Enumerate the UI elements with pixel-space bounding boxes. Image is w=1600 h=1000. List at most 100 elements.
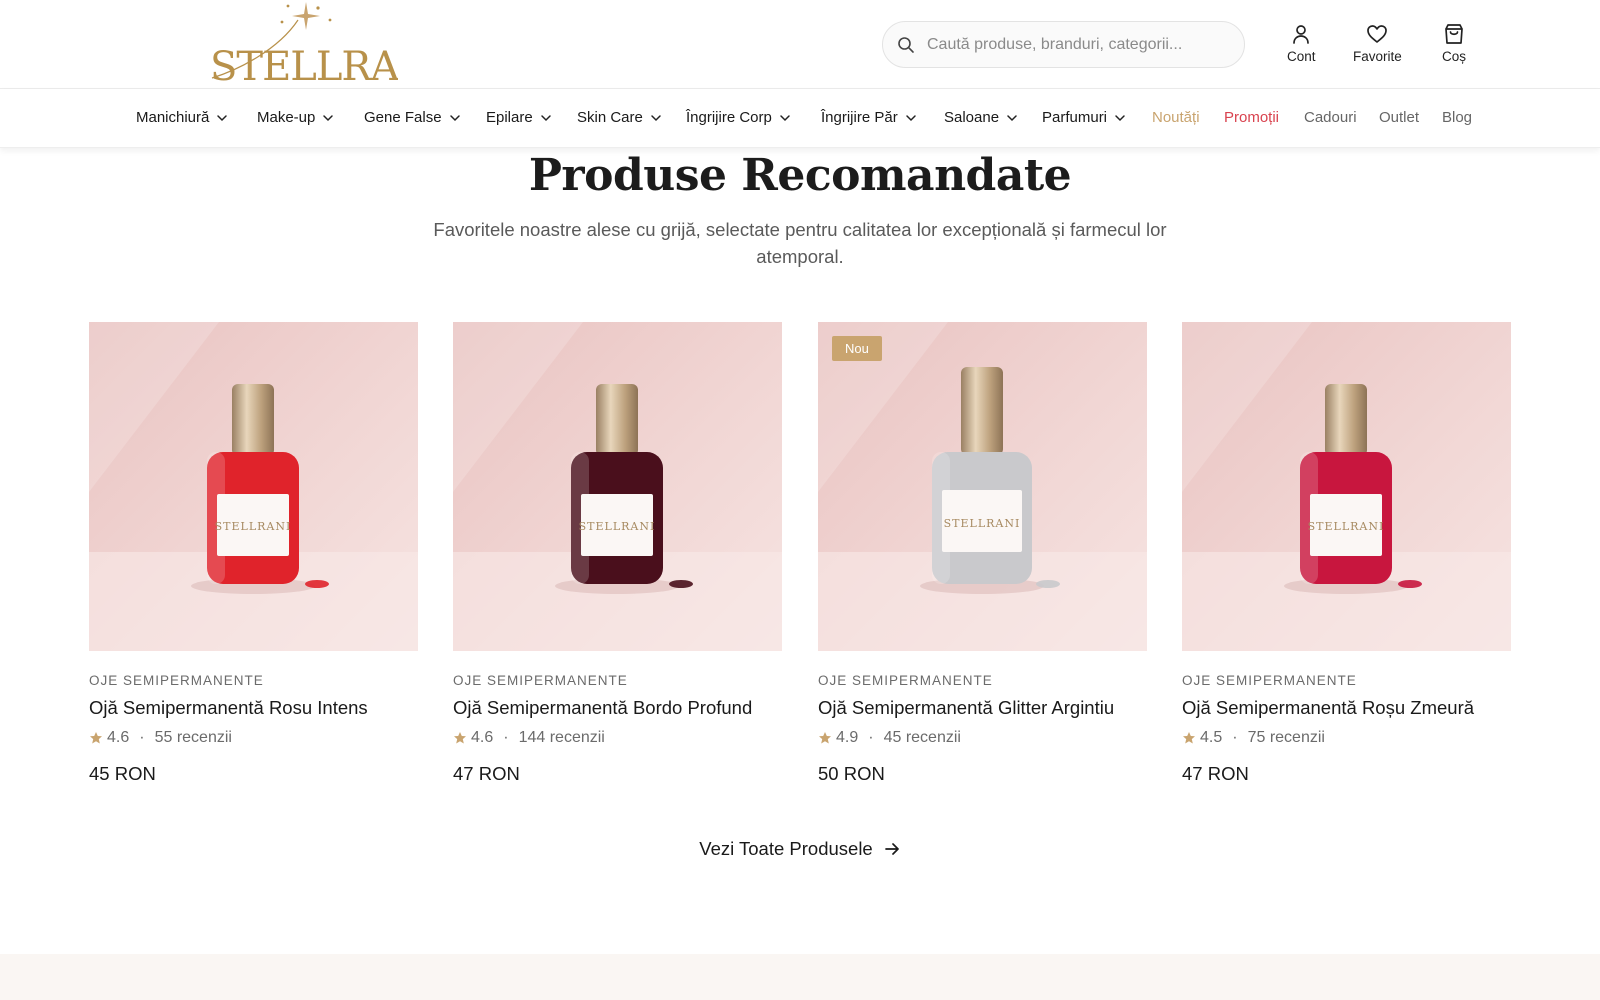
view-all-link[interactable]: Vezi Toate Produsele [699, 838, 900, 860]
nav-item-label: Saloane [944, 109, 1000, 126]
search-icon [897, 36, 915, 54]
chevron-down-icon [540, 112, 552, 124]
nav-item-manichiura[interactable]: Manichiură [136, 109, 228, 126]
nav-item-ingrijire-corp[interactable]: Îngrijire Corp [686, 109, 791, 126]
nav-item-ingrijire-par[interactable]: Îngrijire Păr [821, 109, 917, 126]
nav-item-blog[interactable]: Blog [1442, 109, 1472, 126]
product-price: 47 RON [453, 763, 520, 784]
star-icon [818, 731, 832, 745]
product-card[interactable]: STELLRANI OJE SEMIPERMANENTE Ojă Semiper… [453, 322, 782, 785]
nav-item-label: Make-up [257, 109, 316, 126]
favorites-button[interactable]: Favorite [1353, 23, 1402, 64]
cart-label: Coș [1442, 49, 1467, 64]
product-category: OJE SEMIPERMANENTE [89, 673, 264, 688]
section-subtitle: Favoritele noastre alese cu grijă, selec… [433, 219, 1167, 267]
nav-item-label: Cadouri [1304, 109, 1357, 126]
nav-item-label: Outlet [1379, 109, 1420, 126]
star-icon [1182, 731, 1196, 745]
product-card[interactable]: STELLRANI Nou OJE SEMIPERMANENTE Ojă Sem… [818, 322, 1147, 785]
product-name[interactable]: Ojă Semipermanentă Rosu Intens [89, 697, 418, 719]
cart-button[interactable]: Coș [1442, 23, 1466, 64]
brand-logo[interactable]: STELLRANI [198, 0, 448, 90]
star-icon [453, 731, 467, 745]
svg-text:STELLRANI: STELLRANI [215, 520, 292, 533]
nav-item-cadouri[interactable]: Cadouri [1304, 109, 1357, 126]
chevron-down-icon [650, 112, 662, 124]
review-count: 45 recenzii [883, 729, 961, 746]
nav-item-epilare[interactable]: Epilare [486, 109, 552, 126]
product-name[interactable]: Ojă Semipermanentă Glitter Argintiu [818, 697, 1147, 719]
nav-item-label: Îngrijire Corp [686, 109, 772, 126]
nav-item-label: Skin Care [577, 109, 643, 126]
nav-item-label: Epilare [486, 109, 533, 126]
product-rating: 4.6 · 144 recenzii [453, 729, 782, 747]
user-icon [1290, 23, 1312, 45]
chevron-down-icon [905, 112, 917, 124]
product-card[interactable]: STELLRANI OJE SEMIPERMANENTE Ojă Semiper… [89, 322, 418, 785]
separator-dot: · [1232, 729, 1238, 746]
product-card[interactable]: STELLRANI OJE SEMIPERMANENTE Ojă Semiper… [1182, 322, 1511, 785]
svg-text:STELLRANI: STELLRANI [944, 517, 1021, 530]
svg-text:STELLRANI: STELLRANI [210, 44, 398, 86]
product-image[interactable]: STELLRANI [453, 322, 782, 651]
chevron-down-icon [216, 112, 228, 124]
separator-dot: · [139, 729, 145, 746]
chevron-down-icon [779, 112, 791, 124]
search-input[interactable] [927, 35, 1217, 54]
favorites-label: Favorite [1353, 49, 1402, 64]
search-bar[interactable] [882, 21, 1245, 68]
product-rating: 4.6 · 55 recenzii [89, 729, 418, 747]
rating-value: 4.6 [107, 729, 130, 746]
site-header: STELLRANI Cont Favorite Coș [0, 0, 1600, 90]
product-name[interactable]: Ojă Semipermanentă Bordo Profund [453, 697, 782, 719]
nav-item-skin-care[interactable]: Skin Care [577, 109, 662, 126]
product-price: 50 RON [818, 763, 885, 784]
product-image[interactable]: STELLRANI [89, 322, 418, 651]
arrow-right-icon [883, 840, 901, 858]
product-name[interactable]: Ojă Semipermanentă Roșu Zmeură [1182, 697, 1511, 719]
view-all-label: Vezi Toate Produsele [699, 838, 873, 859]
nav-item-parfumuri[interactable]: Parfumuri [1042, 109, 1126, 126]
separator-dot: · [503, 729, 509, 746]
product-image[interactable]: STELLRANI [1182, 322, 1511, 651]
new-badge: Nou [832, 336, 882, 361]
rating-value: 4.6 [471, 729, 494, 746]
nav-item-label: Parfumuri [1042, 109, 1108, 126]
view-all-container: Vezi Toate Produsele [0, 838, 1600, 860]
product-category: OJE SEMIPERMANENTE [818, 673, 993, 688]
product-image[interactable]: STELLRANI Nou [818, 322, 1147, 651]
rating-value: 4.5 [1200, 729, 1223, 746]
nav-item-label: Blog [1442, 109, 1473, 126]
footer-band [0, 954, 1600, 1000]
nav-item-label: Îngrijire Păr [821, 109, 898, 126]
account-label: Cont [1287, 49, 1316, 64]
product-rating: 4.5 · 75 recenzii [1182, 729, 1511, 747]
nav-item-outlet[interactable]: Outlet [1379, 109, 1419, 126]
star-icon [89, 731, 103, 745]
nav-item-label: Gene False [364, 109, 442, 126]
nav-item-make-up[interactable]: Make-up [257, 109, 334, 126]
product-category: OJE SEMIPERMANENTE [453, 673, 628, 688]
account-button[interactable]: Cont [1287, 23, 1316, 64]
rating-value: 4.9 [836, 729, 859, 746]
nav-item-gene-false[interactable]: Gene False [364, 109, 461, 126]
chevron-down-icon [322, 112, 334, 124]
chevron-down-icon [1114, 112, 1126, 124]
product-rating: 4.9 · 45 recenzii [818, 729, 1147, 747]
product-price: 47 RON [1182, 763, 1249, 784]
review-count: 144 recenzii [518, 729, 605, 746]
shopping-bag-icon [1443, 23, 1465, 45]
main-navigation: Manichiură Make-up Gene False Epilare Sk… [0, 89, 1600, 148]
chevron-down-icon [449, 112, 461, 124]
nav-item-label: Manichiură [136, 109, 210, 126]
nav-item-saloane[interactable]: Saloane [944, 109, 1018, 126]
nav-item-label: Promoții [1224, 109, 1280, 126]
nav-item-promotii[interactable]: Promoții [1224, 109, 1279, 126]
product-price: 45 RON [89, 763, 156, 784]
heart-icon [1366, 23, 1388, 45]
svg-text:STELLRANI: STELLRANI [579, 520, 656, 533]
review-count: 55 recenzii [154, 729, 232, 746]
section-title: Produse Recomandate [528, 150, 1072, 201]
nav-item-noutati[interactable]: Noutăți [1152, 109, 1200, 126]
chevron-down-icon [1006, 112, 1018, 124]
